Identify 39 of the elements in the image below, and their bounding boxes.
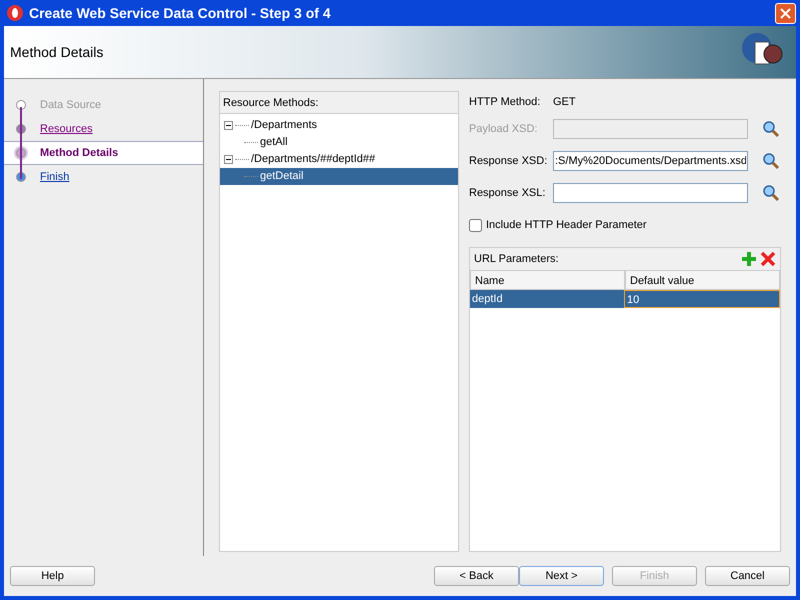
- table-cell[interactable]: deptId: [470, 290, 624, 308]
- column-header[interactable]: Default value: [625, 270, 780, 290]
- http-method-value: GET: [553, 94, 576, 110]
- panel-header: URL Parameters:: [474, 252, 559, 267]
- current-step: Method Details: [40, 144, 118, 162]
- field-label: Response XSD:: [469, 154, 548, 169]
- dialog-button[interactable]: Next >: [519, 566, 604, 586]
- app-logo-icon: [6, 4, 24, 22]
- step-connector-line: [20, 107, 22, 179]
- column-header[interactable]: Name: [470, 270, 625, 290]
- table-cell[interactable]: 10: [624, 290, 780, 308]
- checkbox[interactable]: [469, 218, 482, 232]
- checkbox-label[interactable]: Include HTTP Header Parameter: [486, 216, 647, 234]
- step-link[interactable]: Resources: [40, 120, 93, 138]
- field-label: Response XSL:: [469, 186, 546, 201]
- collapse-icon[interactable]: [224, 154, 233, 164]
- search-icon[interactable]: [762, 184, 780, 202]
- tree-item[interactable]: /Departments: [220, 116, 458, 134]
- dialog-button[interactable]: Cancel: [705, 566, 790, 586]
- search-icon[interactable]: [762, 120, 780, 138]
- collapse-icon[interactable]: [224, 120, 233, 130]
- window-title: Create Web Service Data Control - Step 3 of 4: [29, 4, 331, 23]
- add-icon[interactable]: [741, 251, 758, 267]
- close-icon: [780, 8, 791, 18]
- search-icon[interactable]: [762, 152, 780, 170]
- panel-header: Resource Methods:: [220, 92, 458, 114]
- tree-item[interactable]: getAll: [220, 134, 458, 151]
- page-title: Method Details: [10, 42, 104, 62]
- text-field[interactable]: [553, 183, 748, 203]
- delete-icon[interactable]: [760, 251, 776, 267]
- tree-item[interactable]: getDetail: [220, 168, 458, 185]
- field-label: HTTP Method:: [469, 94, 542, 110]
- dialog-button[interactable]: < Back: [434, 566, 519, 586]
- tree-item[interactable]: /Departments/##deptId##: [220, 150, 458, 168]
- dialog-button[interactable]: Help: [10, 566, 95, 586]
- text-field[interactable]: :S/My%20Documents/Departments.xsd: [553, 151, 748, 171]
- close-button[interactable]: [775, 2, 796, 24]
- step-link[interactable]: Finish: [40, 168, 70, 186]
- field-label: Payload XSD:: [469, 122, 538, 137]
